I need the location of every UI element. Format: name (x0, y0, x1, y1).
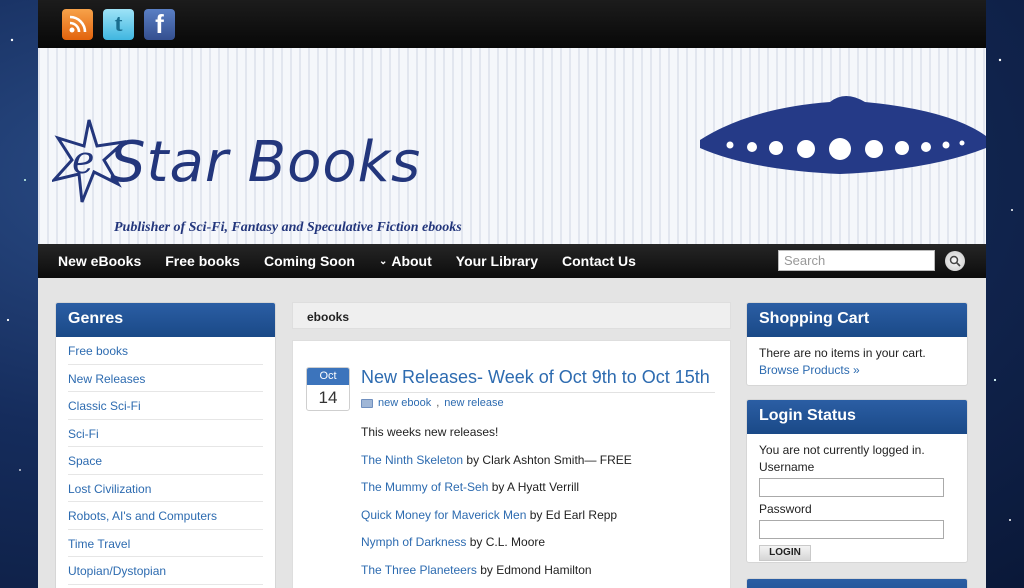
folder-icon (361, 398, 373, 408)
nav-contact-us[interactable]: Contact Us (562, 253, 636, 269)
login-title: Login Status (747, 400, 967, 434)
password-field[interactable] (759, 520, 944, 539)
password-label: Password (759, 502, 812, 516)
genre-link[interactable]: Free books (68, 337, 263, 365)
site-banner: e Star Books Publisher of Sci-Fi, Fantas… (38, 48, 986, 244)
username-field[interactable] (759, 478, 944, 497)
search-input[interactable]: Search (778, 250, 935, 271)
post-tags: new ebook, new release (361, 397, 504, 409)
genres-list: Free books New Releases Classic Sci-Fi S… (56, 337, 275, 585)
nav-coming-soon[interactable]: Coming Soon (264, 253, 355, 269)
list-item: Nymph of Darkness by C.L. Moore (361, 535, 546, 549)
login-button[interactable]: LOGIN (759, 545, 811, 561)
twitter-icon[interactable]: t (103, 8, 134, 40)
genre-link[interactable]: Lost Civilization (68, 475, 263, 502)
nav-about[interactable]: ⌄ About (379, 253, 432, 269)
username-label: Username (759, 460, 815, 474)
content-header: ebooks (292, 302, 731, 329)
cart-title: Shopping Cart (747, 303, 967, 337)
nav-new-ebooks[interactable]: New eBooks (58, 253, 141, 269)
site-logo-text[interactable]: Star Books (110, 130, 421, 195)
sidebar-widget (746, 578, 968, 588)
genres-title: Genres (56, 303, 275, 337)
blog-post: Oct 14 New Releases- Week of Oct 9th to … (292, 340, 731, 588)
tag-link[interactable]: new ebook (378, 397, 431, 409)
shopping-cart-widget: Shopping Cart There are no items in your… (746, 302, 968, 386)
genre-link[interactable]: Robots, AI's and Computers (68, 502, 263, 530)
login-status-text: You are not currently logged in. (759, 443, 925, 457)
divider (361, 392, 715, 393)
book-link[interactable]: Quick Money for Maverick Men (361, 508, 526, 522)
list-item: The Three Planeteers by Edmond Hamilton (361, 562, 592, 577)
tag-link[interactable]: new release (444, 397, 503, 409)
top-bar: t f (38, 0, 986, 48)
genre-link[interactable]: Sci-Fi (68, 420, 263, 447)
post-body: This weeks new releases! The Ninth Skele… (361, 425, 632, 588)
browse-products-link[interactable]: Browse Products » (759, 362, 955, 379)
facebook-icon[interactable]: f (144, 8, 175, 40)
chevron-down-icon: ⌄ (378, 255, 388, 267)
post-date-month: Oct (307, 368, 349, 385)
page-wrapper: t f e Star Books Publisher of Sci-Fi, Fa… (38, 0, 986, 588)
list-item: Quick Money for Maverick Men by Ed Earl … (361, 507, 618, 522)
post-intro: This weeks new releases! (361, 425, 499, 439)
nav-free-books[interactable]: Free books (165, 253, 240, 269)
genre-link[interactable]: Utopian/Dystopian (68, 557, 263, 585)
rss-icon[interactable] (62, 8, 93, 40)
book-link[interactable]: The Three Planeteers (361, 563, 477, 577)
genre-link[interactable]: Classic Sci-Fi (68, 392, 263, 420)
cart-empty-text: There are no items in your cart. (759, 346, 926, 360)
nav-your-library[interactable]: Your Library (456, 253, 538, 269)
list-item: The Mummy of Ret-Seh by A Hyatt Verrill (361, 480, 580, 494)
genre-link[interactable]: New Releases (68, 365, 263, 392)
post-date-day: 14 (318, 388, 338, 407)
list-item: The Ninth Skeleton by Clark Ashton Smith… (361, 452, 632, 467)
ufo-image (700, 96, 986, 174)
book-link[interactable]: The Mummy of Ret-Seh (361, 480, 488, 494)
svg-text:e: e (72, 138, 95, 182)
login-status-widget: Login Status You are not currently logge… (746, 399, 968, 563)
book-link[interactable]: The Ninth Skeleton (361, 453, 463, 467)
search-icon[interactable] (945, 251, 965, 271)
main-nav: New eBooks Free books Coming Soon ⌄ Abou… (38, 244, 986, 278)
post-date-badge: Oct 14 (306, 367, 350, 411)
site-tagline: Publisher of Sci-Fi, Fantasy and Specula… (114, 220, 462, 235)
genres-widget: Genres Free books New Releases Classic S… (55, 302, 276, 588)
book-link[interactable]: Nymph of Darkness (361, 535, 466, 549)
post-title-link[interactable]: New Releases- Week of Oct 9th to Oct 15t… (361, 367, 710, 388)
genre-link[interactable]: Time Travel (68, 530, 263, 557)
genre-link[interactable]: Space (68, 447, 263, 475)
